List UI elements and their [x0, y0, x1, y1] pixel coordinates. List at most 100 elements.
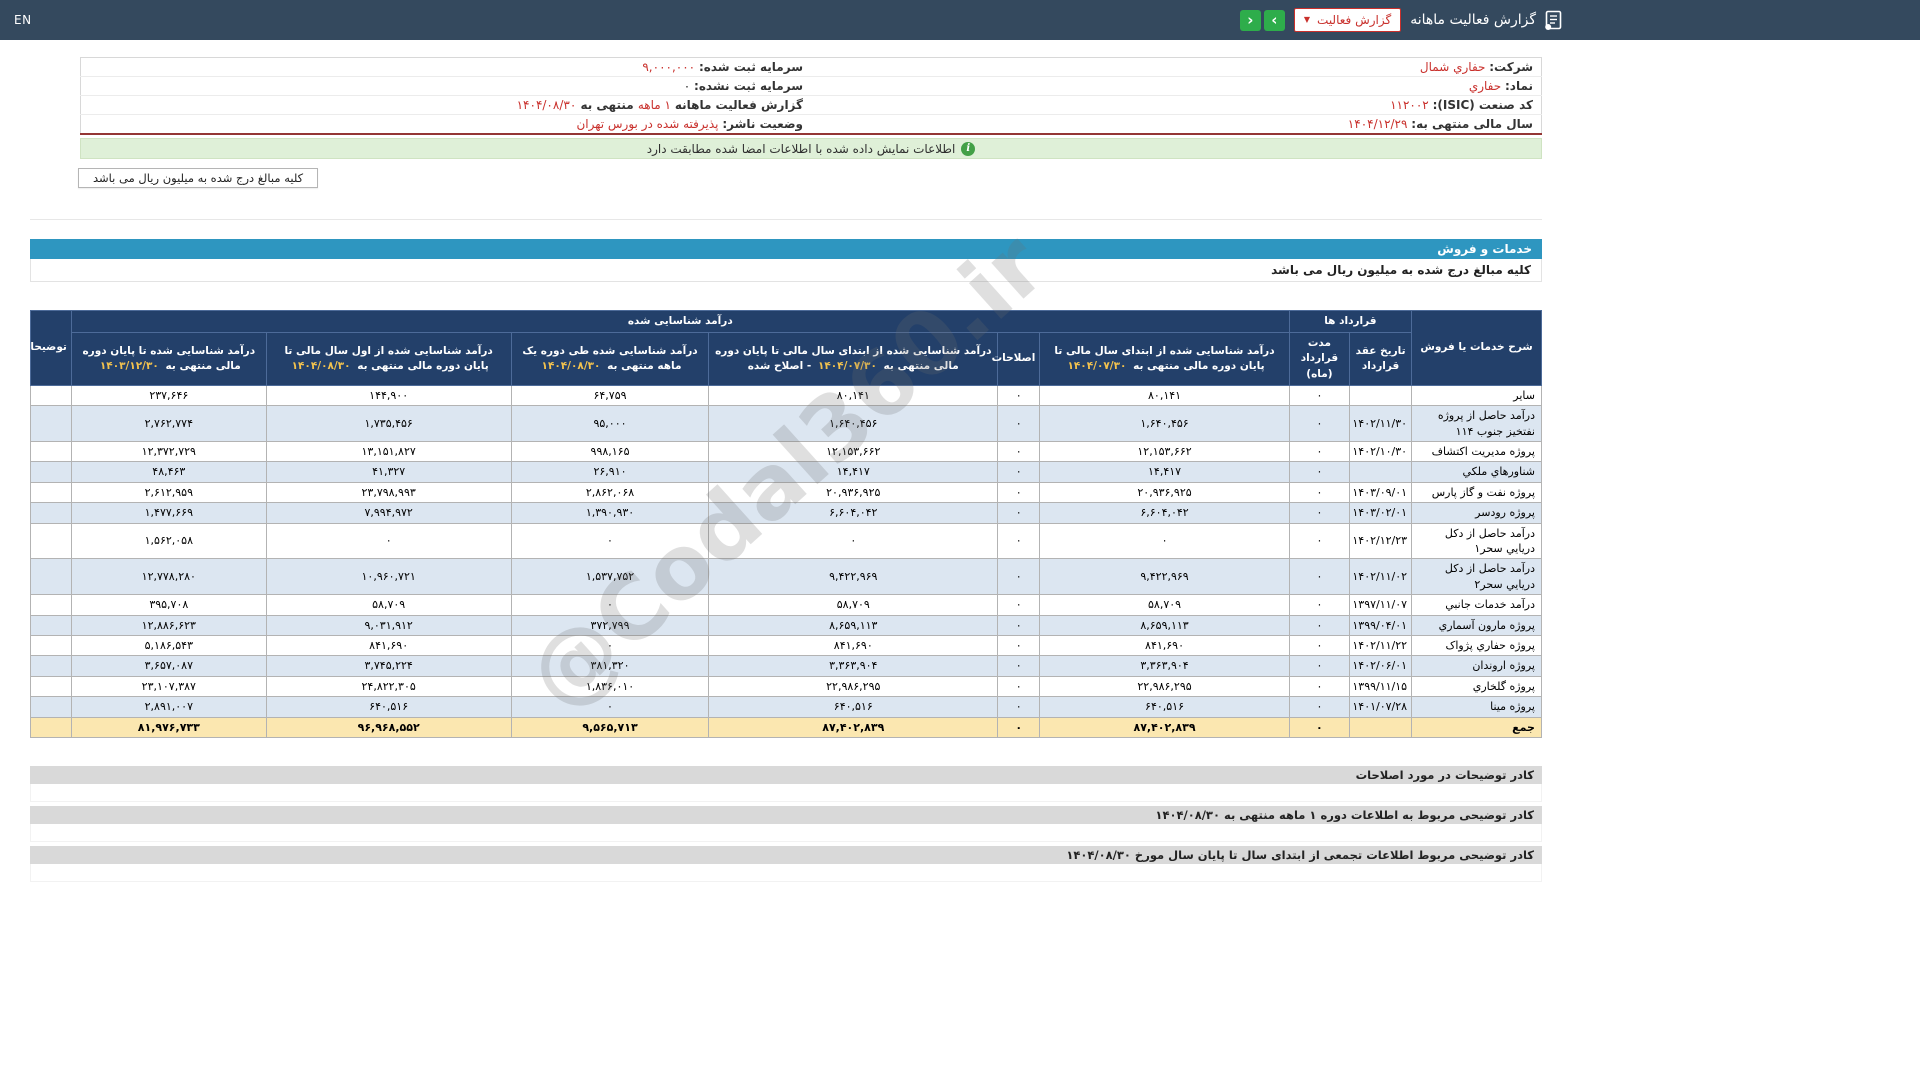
monthly-note-header: کادر توضیحی مربوط به اطلاعات دوره ۱ ماهه…	[30, 805, 1542, 824]
next-report-button[interactable]: ›	[1263, 9, 1285, 31]
cell-revenue-to-0730-corrected: ۶۴۰,۵۱۶	[708, 696, 999, 718]
cell-revenue-prev-year: ۲,۶۱۲,۹۵۹	[70, 481, 267, 504]
cell-revenue-ytd: ۴۱,۳۲۷	[265, 461, 512, 483]
cell-revenue-ytd: ۱,۷۳۵,۴۵۶	[265, 405, 512, 443]
cell-corrections: ۰	[997, 461, 1041, 483]
cell-revenue-month: ۹۹۸,۱۶۵	[510, 441, 710, 463]
company-info-cell: نماد: حفاري	[811, 76, 1542, 96]
table-row: درآمد حاصل از دكل دريايي سحر۱ ۱۴۰۲/۱۲/۲۳ ۰…	[30, 522, 1542, 560]
col-header-contract-date: تاریخ عقد قرارداد	[1349, 332, 1413, 386]
header-date: ۱۴۰۴/۰۸/۳۰	[541, 360, 601, 373]
cell-contract-duration: ۰	[1288, 441, 1351, 463]
cell-revenue-month: ۶۴,۷۵۹	[510, 384, 710, 407]
signature-match-text: اطلاعات نمایش داده شده با اطلاعات امضا ش…	[646, 141, 956, 156]
prev-report-button[interactable]: ‹	[1239, 9, 1261, 31]
cell-revenue-month: ۹۵,۰۰۰	[510, 405, 710, 443]
col-header-corrections: اصلاحات	[992, 332, 1041, 386]
cell-contract-date: ۱۴۰۲/۱۲/۲۳	[1349, 522, 1413, 560]
col-header-description: شرح خدمات یا فروش	[1411, 310, 1542, 386]
info-value: ۰	[683, 79, 695, 93]
cell-corrections: ۰	[997, 634, 1041, 657]
cell-revenue-to-0730-corrected: ۸۷,۴۰۲,۸۳۹	[708, 716, 999, 738]
cell-revenue-prev-year: ۴۸,۴۶۳	[70, 461, 267, 483]
cell-description: پروژه مارون آسماري	[1411, 614, 1542, 636]
cell-notes	[30, 655, 72, 677]
info-label: گزارش فعالیت ماهانه	[674, 98, 803, 112]
table-row: پروژه حفاري پژواک ۱۴۰۲/۱۱/۲۲ ۰ ۸۴۱,۶۹۰ ۰ ۸۴۱,…	[30, 634, 1542, 657]
cell-revenue-month: ۳۷۲,۷۹۹	[510, 614, 710, 636]
cell-description: پروژه حفاري پژواک	[1411, 634, 1542, 657]
cell-notes	[30, 441, 72, 463]
info-label: نماد:	[1504, 79, 1533, 93]
report-type-dropdown[interactable]: گزارش فعالیت ▼	[1293, 8, 1402, 32]
cell-revenue-prev-year: ۱,۵۶۲,۰۵۸	[70, 522, 267, 560]
info-icon: i	[961, 141, 976, 156]
info-label: منتهی به	[576, 98, 638, 112]
cell-revenue-month: ۰	[510, 634, 710, 657]
col-header-revenue-ytd: درآمد شناسایی شده از اول سال مالی تا پای…	[265, 332, 512, 386]
cell-notes	[30, 716, 72, 738]
table-row: شناورهاي ملكي ۰ ۱۴,۴۱۷ ۰ ۱۴,۴۱۷ ۲۶,۹۱۰ ۴۱,۳۲۷ ۴…	[30, 461, 1542, 483]
table-row: سایر ۰ ۸۰,۱۴۱ ۰ ۸۰,۱۴۱ ۶۴,۷۵۹ ۱۴۴,۹۰۰ ۲۳۷,۶۴۶	[30, 384, 1542, 407]
cell-revenue-to-0730-corrected: ۲۰,۹۳۶,۹۲۵	[708, 481, 999, 504]
cell-revenue-to-0730: ۲۰,۹۳۶,۹۲۵	[1039, 481, 1290, 504]
cell-notes	[30, 696, 72, 718]
monthly-note-body	[30, 823, 1542, 842]
cell-contract-date: ۱۴۰۳/۰۲/۰۱	[1349, 502, 1413, 524]
cell-revenue-month: ۰	[510, 696, 710, 718]
company-info-row: کد صنعت (ISIC): ۱۱۲۰۰۲ گزارش فعالیت ماهان…	[80, 95, 1542, 115]
info-label: سال مالی منتهی به:	[1411, 117, 1533, 131]
company-info-cell: شرکت: حفاري شمال	[811, 57, 1542, 77]
cell-notes	[30, 522, 72, 560]
cell-revenue-to-0730-corrected: ۲۲,۹۸۶,۲۹۵	[708, 675, 999, 698]
cell-revenue-to-0730: ۱,۶۴۰,۴۵۶	[1039, 405, 1290, 443]
cell-revenue-to-0730: ۵۸,۷۰۹	[1039, 594, 1290, 616]
cell-revenue-to-0730-corrected: ۳,۳۶۳,۹۰۴	[708, 655, 999, 677]
table-row: پروژه مینا ۱۴۰۱/۰۷/۲۸ ۰ ۶۴۰,۵۱۶ ۰ ۶۴۰,۵۱۶ ۰ ۶۴۰…	[30, 696, 1542, 718]
cumulative-note-header: کادر توضیحی مربوط اطلاعات تجمعی از ابتدا…	[30, 845, 1542, 864]
cell-contract-duration: ۰	[1288, 614, 1351, 636]
cell-corrections: ۰	[997, 558, 1041, 596]
cell-revenue-to-0730: ۹,۴۲۲,۹۶۹	[1039, 558, 1290, 596]
company-link[interactable]: حفاري شمال	[1420, 60, 1489, 74]
cell-revenue-month: ۲,۸۶۲,۰۶۸	[510, 481, 710, 504]
cell-revenue-to-0730: ۱۲,۱۵۳,۶۶۲	[1039, 441, 1290, 463]
language-toggle-en[interactable]: EN	[14, 13, 32, 27]
company-info-cell: گزارش فعالیت ماهانه ۱ ماهه منتهی به ۱۴۰۴…	[80, 95, 811, 115]
cell-revenue-prev-year: ۲۳,۱۰۷,۳۸۷	[70, 675, 267, 698]
info-value: حفاري	[1468, 79, 1505, 93]
sales-table-wrap: @Codal360.ir شرح خدمات یا فروش قرارداد ه…	[20, 214, 1542, 738]
cell-corrections: ۰	[997, 384, 1041, 407]
cell-revenue-month: ۰	[510, 522, 710, 560]
company-info-row: سال مالی منتهی به: ۱۴۰۴/۱۲/۲۹ وضعیت ناشر:…	[81, 115, 1542, 135]
col-header-revenue-prev-year: درآمد شناسایی شده تا پایان دوره مالی منت…	[70, 332, 267, 386]
company-info-cell: سال مالی منتهی به: ۱۴۰۴/۱۲/۲۹	[811, 115, 1542, 135]
cell-revenue-ytd: ۲۳,۷۹۸,۹۹۳	[265, 481, 512, 504]
cell-revenue-to-0730-corrected: ۹,۴۲۲,۹۶۹	[708, 558, 999, 596]
table-row: پروژه رودسر ۱۴۰۳/۰۲/۰۱ ۰ ۶,۶۰۴,۰۴۲ ۰ ۶,۶۰۴,۰۴…	[30, 502, 1542, 524]
cell-revenue-prev-year: ۱۲,۸۸۶,۶۲۳	[70, 614, 267, 636]
cell-revenue-month: ۳۸۱,۳۲۰	[510, 655, 710, 677]
cell-corrections: ۰	[997, 696, 1041, 718]
info-label: کد صنعت (ISIC):	[1432, 98, 1533, 112]
cell-description: سایر	[1411, 384, 1542, 407]
cell-contract-date: ۱۴۰۲/۱۱/۳۰	[1349, 405, 1413, 443]
cell-description: پروژه گلخاري	[1411, 675, 1542, 698]
cell-contract-duration: ۰	[1288, 522, 1351, 560]
report-navigation: › ‹	[1239, 9, 1285, 31]
cell-contract-duration: ۰	[1288, 594, 1351, 616]
cell-contract-date	[1349, 461, 1413, 483]
cell-description: پروژه مینا	[1411, 696, 1542, 718]
cell-notes	[30, 384, 72, 407]
col-group-contracts: قرارداد ها	[1288, 309, 1413, 334]
company-info-row: شرکت: حفاري شمال سرمایه ثبت شده: ۹,۰۰۰,۰۰…	[80, 57, 1542, 77]
cell-revenue-prev-year: ۲۳۷,۶۴۶	[70, 384, 267, 407]
cell-contract-date: ۱۴۰۲/۰۶/۰۱	[1349, 655, 1413, 677]
col-header-revenue-month: درآمد شناسایی شده طی دوره یک ماهه منتهی …	[510, 332, 710, 386]
cell-revenue-ytd: ۸۴۱,۶۹۰	[265, 634, 512, 657]
cell-revenue-ytd: ۲۴,۸۲۲,۳۰۵	[265, 675, 512, 698]
cell-revenue-prev-year: ۱۲,۷۷۸,۲۸۰	[70, 558, 267, 596]
cell-revenue-prev-year: ۸۱,۹۷۶,۷۳۳	[70, 716, 267, 738]
report-icon	[1545, 10, 1562, 30]
signature-match-banner: i اطلاعات نمایش داده شده با اطلاعات امضا…	[80, 138, 1542, 159]
